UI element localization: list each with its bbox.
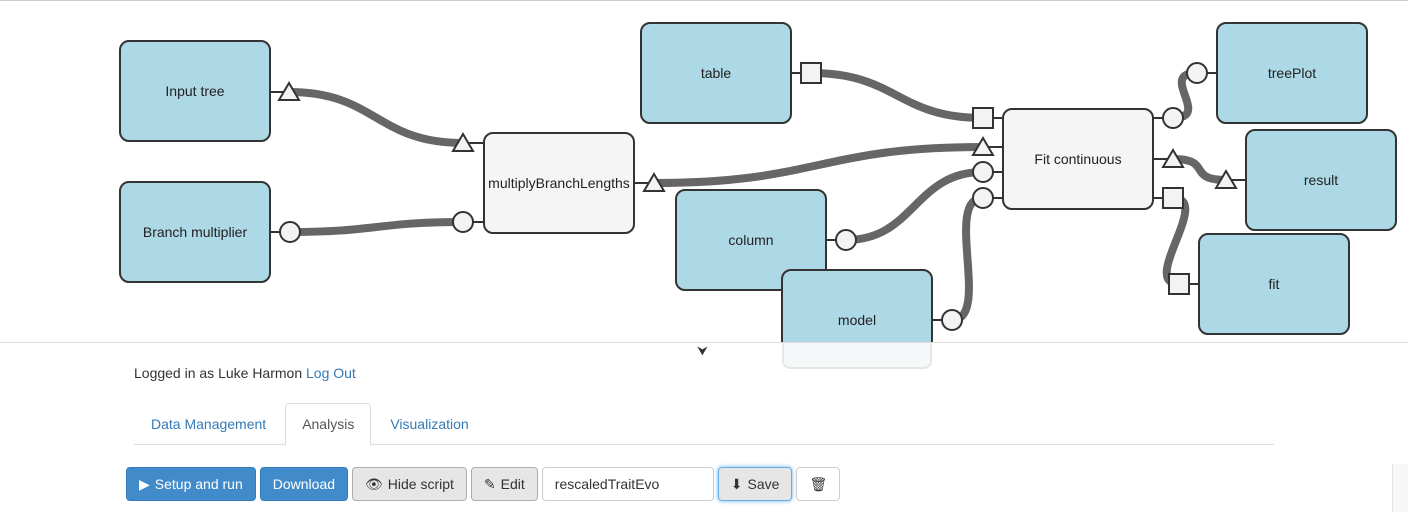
download-icon: ⬇: [730, 475, 743, 492]
download-button[interactable]: Download: [259, 467, 349, 501]
port-sq-icon[interactable]: [791, 62, 822, 84]
node-branch_multiplier[interactable]: Branch multiplier: [119, 181, 271, 283]
node-label: multiplyBranchLengths: [488, 175, 630, 191]
port-tri-icon[interactable]: [451, 132, 484, 152]
node-multiply[interactable]: multiplyBranchLengths: [483, 132, 635, 234]
setup-and-run-button[interactable]: ▶ Setup and run: [126, 467, 256, 501]
edge-fit_continuous-fit[interactable]: [1162, 194, 1190, 288]
node-label: Fit continuous: [1034, 151, 1121, 167]
node-table[interactable]: table: [640, 22, 792, 124]
scrollbar[interactable]: [1392, 464, 1408, 512]
port-sq-icon[interactable]: [1168, 273, 1199, 295]
model-node-overflow: [782, 343, 932, 369]
workflow-graph[interactable]: Input tree Branch multiplier multiplyBranc…: [0, 0, 1408, 342]
logout-link[interactable]: Log Out: [306, 365, 356, 381]
tab-visualization[interactable]: Visualization: [373, 403, 485, 444]
node-label: column: [728, 232, 773, 248]
hide-script-label: Hide script: [387, 476, 454, 492]
edge-multiply-fit_continuous[interactable]: [653, 143, 984, 187]
port-circ-icon[interactable]: [452, 211, 484, 233]
edit-icon: ✎: [483, 475, 496, 492]
tab-analysis[interactable]: Analysis: [285, 403, 372, 446]
node-label: Branch multiplier: [143, 224, 248, 240]
login-text: Logged in as Luke Harmon: [134, 365, 303, 381]
node-fit_continuous[interactable]: Fit continuous: [1002, 108, 1154, 210]
port-circ-icon[interactable]: [1186, 62, 1217, 84]
main-tabs: Data Management Analysis Visualization: [134, 403, 1274, 446]
node-fit[interactable]: fit: [1198, 233, 1350, 335]
port-tri-icon[interactable]: [1153, 148, 1185, 168]
tab-data-management[interactable]: Data Management: [134, 403, 283, 444]
edit-button[interactable]: ✎ Edit: [470, 467, 538, 501]
node-label: fit: [1269, 276, 1280, 292]
edit-label: Edit: [500, 476, 525, 492]
node-treeplot[interactable]: treePlot: [1216, 22, 1368, 124]
port-sq-icon[interactable]: [972, 107, 1003, 129]
edge-table-fit_continuous[interactable]: [810, 69, 984, 122]
port-tri-icon[interactable]: [971, 136, 1003, 156]
port-circ-icon[interactable]: [270, 221, 301, 243]
hide-script-button[interactable]: 👁 Hide script: [352, 467, 467, 501]
delete-button[interactable]: 🗑: [796, 467, 841, 501]
save-button[interactable]: ⬇ Save: [717, 467, 793, 501]
login-status: Logged in as Luke Harmon Log Out: [134, 365, 356, 381]
eye-slash-icon: 👁: [365, 475, 383, 492]
edge-input_tree-multiply[interactable]: [288, 88, 464, 147]
port-tri-icon[interactable]: [634, 172, 666, 192]
port-circ-icon[interactable]: [972, 187, 1003, 209]
port-circ-icon[interactable]: [1153, 107, 1184, 129]
port-circ-icon[interactable]: [972, 161, 1003, 183]
port-circ-icon[interactable]: [826, 229, 857, 251]
edge-branch_multiplier-multiply[interactable]: [289, 218, 464, 236]
analysis-name-input[interactable]: [541, 467, 714, 501]
port-sq-icon[interactable]: [1153, 187, 1184, 209]
node-result[interactable]: result: [1245, 129, 1397, 231]
node-input_tree[interactable]: Input tree: [119, 40, 271, 142]
node-label: table: [701, 65, 732, 81]
node-label: result: [1304, 172, 1338, 188]
edge-model-fit_continuous[interactable]: [951, 194, 984, 324]
trash-icon: 🗑: [809, 475, 828, 492]
port-circ-icon[interactable]: [932, 309, 963, 331]
port-tri-icon[interactable]: [270, 81, 301, 101]
save-label: Save: [747, 476, 780, 492]
node-label: model: [838, 312, 876, 328]
port-tri-icon[interactable]: [1214, 169, 1246, 189]
node-label: treePlot: [1268, 65, 1316, 81]
analysis-toolbar: ▶ Setup and run Download 👁 Hide script ✎ Ed…: [126, 467, 841, 501]
play-icon: ▶: [139, 475, 150, 492]
node-label: Input tree: [165, 83, 224, 99]
chevron-down-icon[interactable]: ⮟: [697, 343, 708, 359]
setup-and-run-label: Setup and run: [154, 476, 243, 492]
